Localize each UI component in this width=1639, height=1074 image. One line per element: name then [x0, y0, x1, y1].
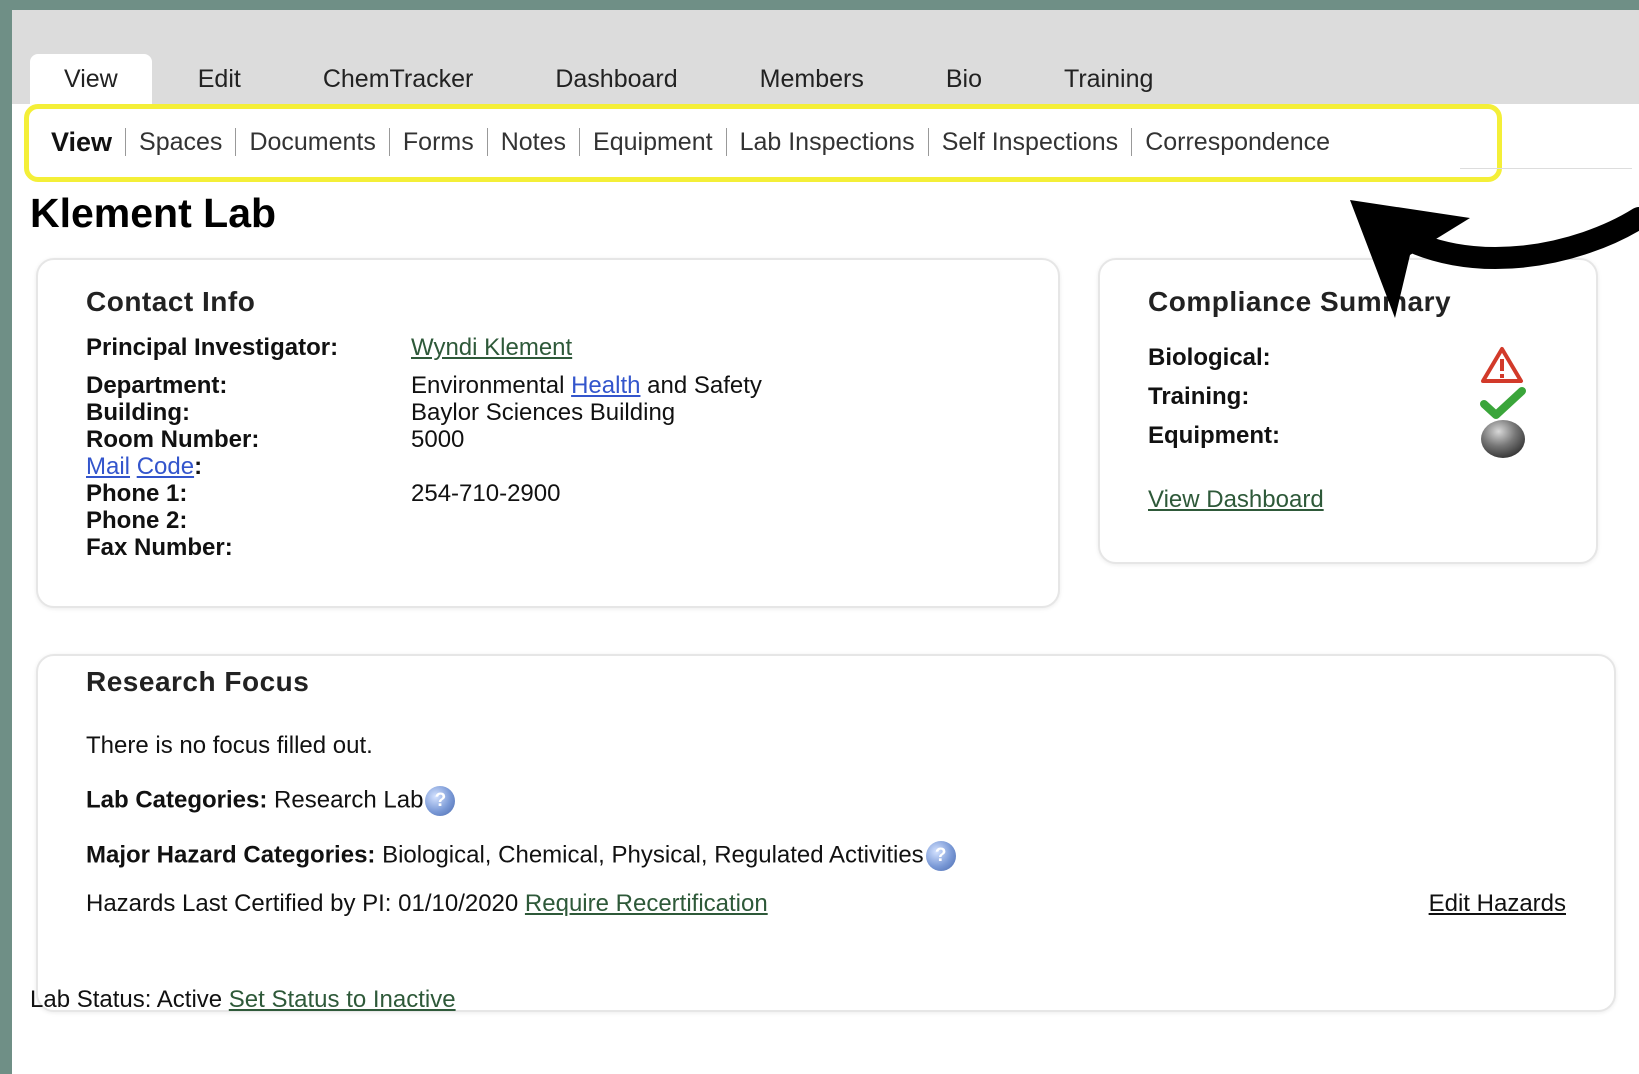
tab-members[interactable]: Members [723, 54, 900, 104]
pi-label: Principal Investigator: [86, 334, 339, 361]
department-label: Department: [86, 372, 228, 399]
mail-link[interactable]: Mail [86, 453, 130, 480]
training-label: Training: [1148, 383, 1250, 410]
subnav-item-self-inspections[interactable]: Self Inspections [927, 128, 1132, 156]
code-link[interactable]: Code [137, 453, 194, 480]
subnav-item-correspondence[interactable]: Correspondence [1131, 128, 1343, 156]
mail-code-row: Mail Code: [86, 453, 202, 481]
divider [1460, 168, 1632, 169]
phone2-row: Phone 2: [86, 507, 411, 535]
fax-label: Fax Number: [86, 534, 233, 561]
pi-link[interactable]: Wyndi Klement [411, 334, 572, 362]
tab-bio[interactable]: Bio [909, 54, 1018, 104]
tab-chemtracker[interactable]: ChemTracker [286, 54, 510, 104]
room-row: Room Number: 5000 [86, 426, 464, 454]
view-dashboard-link[interactable]: View Dashboard [1148, 486, 1324, 514]
focus-text: There is no focus filled out. [86, 732, 373, 759]
main-tabs: View Edit ChemTracker Dashboard Members … [30, 52, 1199, 104]
arrow-annotation-icon [1350, 200, 1639, 318]
page-title: Klement Lab [30, 190, 277, 236]
fax-row: Fax Number: [86, 534, 411, 562]
subnav: View Spaces Documents Forms Notes Equipm… [51, 128, 1343, 156]
hazard-categories-row: Major Hazard Categories: Biological, Che… [86, 841, 956, 871]
lab-categories-value: Research Lab [274, 786, 424, 814]
room-value: 5000 [411, 426, 465, 453]
research-focus-card: Research Focus There is no focus filled … [36, 654, 1616, 1012]
subnav-highlight-box: View Spaces Documents Forms Notes Equipm… [24, 104, 1502, 182]
set-status-inactive-link[interactable]: Set Status to Inactive [229, 986, 456, 1013]
tab-edit[interactable]: Edit [161, 54, 277, 104]
lab-categories-label: Lab Categories: [86, 786, 268, 814]
tab-dashboard[interactable]: Dashboard [519, 54, 714, 104]
department-row: Department: Environmental Health and Safe… [86, 372, 762, 400]
biological-label: Biological: [1148, 344, 1271, 371]
research-heading: Research Focus [86, 666, 310, 697]
help-icon[interactable]: ? [425, 786, 456, 816]
subnav-item-spaces[interactable]: Spaces [125, 128, 235, 156]
mail-code-colon: : [194, 453, 203, 480]
health-link[interactable]: Health [571, 372, 640, 399]
equipment-label: Equipment: [1148, 422, 1280, 449]
edit-hazards-link[interactable]: Edit Hazards [1429, 890, 1566, 918]
warning-icon [1480, 346, 1524, 389]
building-value: Baylor Sciences Building [411, 399, 676, 426]
phone1-row: Phone 1: 254-710-2900 [86, 480, 560, 508]
tab-training[interactable]: Training [1027, 54, 1190, 104]
subnav-item-documents[interactable]: Documents [235, 128, 388, 156]
certification-row: Hazards Last Certified by PI: 01/10/2020… [86, 890, 768, 918]
department-value-suffix: and Safety [647, 372, 762, 399]
lab-status-row: Lab Status: Active Set Status to Inactiv… [30, 986, 456, 1014]
pi-row: Principal Investigator: Wyndi Klement [86, 334, 572, 362]
lab-status-text: Lab Status: Active [30, 986, 223, 1013]
subnav-item-equipment[interactable]: Equipment [579, 128, 726, 156]
hazard-categories-value: Biological, Chemical, Physical, Regulate… [382, 841, 924, 869]
gray-circle-icon [1480, 418, 1526, 465]
phone2-label: Phone 2: [86, 507, 188, 534]
contact-info-heading: Contact Info [86, 286, 256, 317]
phone1-label: Phone 1: [86, 480, 188, 507]
subnav-item-notes[interactable]: Notes [486, 128, 579, 156]
tab-view[interactable]: View [30, 54, 152, 104]
room-label: Room Number: [86, 426, 260, 453]
building-label: Building: [86, 399, 190, 426]
hazard-categories-label: Major Hazard Categories: [86, 841, 376, 869]
help-icon[interactable]: ? [925, 841, 956, 871]
certified-text: Hazards Last Certified by PI: 01/10/2020 [86, 890, 519, 917]
building-row: Building: Baylor Sciences Building [86, 399, 675, 427]
subnav-item-forms[interactable]: Forms [388, 128, 487, 156]
contact-info-card: Contact Info Principal Investigator: Wynd… [36, 258, 1060, 608]
subnav-item-view[interactable]: View [51, 128, 125, 156]
department-value: Environmental [411, 372, 565, 399]
require-recertification-link[interactable]: Require Recertification [525, 890, 768, 917]
phone1-value: 254-710-2900 [411, 480, 561, 507]
lab-categories-row: Lab Categories: Research Lab? [86, 786, 456, 816]
subnav-item-lab-inspections[interactable]: Lab Inspections [725, 128, 928, 156]
